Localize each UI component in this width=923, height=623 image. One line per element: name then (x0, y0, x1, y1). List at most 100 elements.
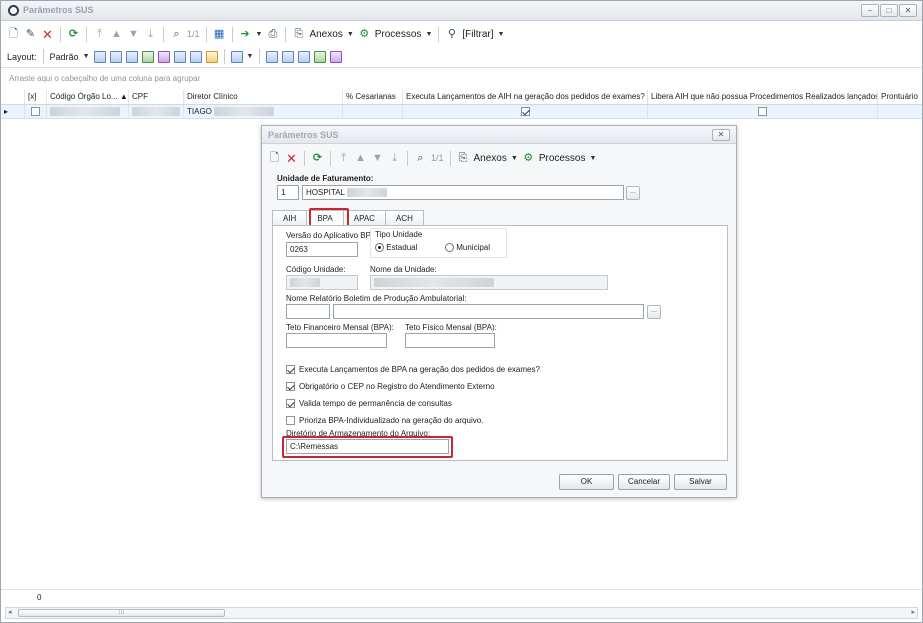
horizontal-scrollbar[interactable]: ◂ ⁝⁝⁝ ▸ (5, 607, 918, 619)
previous-record-icon[interactable]: ▲ (354, 152, 367, 165)
nome-relatorio-lookup-button[interactable]: ... (647, 305, 661, 319)
prioriza-bpa-checkbox[interactable] (286, 416, 295, 426)
next-record-icon[interactable]: ▼ (371, 152, 384, 165)
row-select-checkbox[interactable] (31, 107, 40, 117)
column-header-diretor[interactable]: Diretor Clínico (184, 90, 343, 104)
next-record-icon[interactable]: ▼ (127, 28, 140, 41)
delete-icon[interactable]: ✕ (41, 28, 54, 41)
view-pink-icon[interactable] (330, 50, 343, 63)
obrigatorio-cep-option[interactable]: Obrigatório o CEP no Registro do Atendim… (286, 382, 495, 392)
ok-button[interactable]: OK (559, 474, 614, 490)
edit-document-icon[interactable]: ✎ (24, 28, 37, 41)
chart-icon[interactable] (230, 50, 243, 63)
scroll-left-icon[interactable]: ◂ (8, 608, 12, 616)
last-record-icon[interactable]: ⤓ (144, 28, 157, 41)
refresh-icon[interactable]: ⟳ (311, 152, 324, 165)
chevron-down-icon[interactable]: ▼ (425, 31, 432, 38)
binoculars-icon[interactable]: ⌕ (170, 28, 183, 41)
nome-unidade-field[interactable] (370, 275, 608, 290)
executa-bpa-checkbox[interactable] (286, 365, 295, 375)
unidade-lookup-button[interactable]: ... (626, 186, 640, 200)
codigo-unidade-field[interactable] (286, 275, 358, 290)
group-by-hint[interactable]: Arraste aqui o cabeçalho de uma coluna p… (1, 71, 922, 88)
anexos-menu[interactable]: Anexos (309, 29, 342, 40)
executa-aih-cell[interactable] (403, 105, 648, 118)
view-green-icon[interactable] (314, 50, 327, 63)
filter-icon[interactable]: ⚲ (445, 28, 458, 41)
chevron-down-icon[interactable]: ▼ (347, 31, 354, 38)
view-list-icon[interactable] (282, 50, 295, 63)
column-header-codigo[interactable]: Código Órgão Lo... ▲ (47, 90, 129, 104)
gears-icon[interactable]: ⚙ (522, 152, 535, 165)
print-icon[interactable]: ⎙ (266, 28, 279, 41)
previous-record-icon[interactable]: ▲ (110, 28, 123, 41)
attachment-icon[interactable]: ⎘ (457, 152, 470, 165)
calendar-icon[interactable]: ▦ (213, 28, 226, 41)
attachment-icon[interactable]: ⎘ (292, 28, 305, 41)
report-icon[interactable] (173, 50, 186, 63)
delete-icon[interactable]: ✕ (285, 152, 298, 165)
column-header-prontuario[interactable]: Prontuário (878, 90, 922, 104)
grid-layout-icon[interactable] (93, 50, 106, 63)
tab-aih[interactable]: AIH (272, 210, 308, 226)
unidade-name-field[interactable]: HOSPITAL (302, 185, 624, 200)
cancel-button[interactable]: Cancelar (618, 474, 670, 490)
anexos-menu[interactable]: Anexos (474, 153, 507, 164)
libera-aih-checkbox[interactable] (758, 107, 767, 117)
unidade-code-field[interactable]: 1 (277, 185, 299, 200)
municipal-radio[interactable] (445, 243, 454, 253)
libera-aih-cell[interactable] (648, 105, 878, 118)
teto-financeiro-field[interactable] (286, 333, 387, 348)
teto-fisico-field[interactable] (405, 333, 495, 348)
columns-icon[interactable] (109, 50, 122, 63)
view-detail-icon[interactable] (298, 50, 311, 63)
new-document-icon[interactable]: 🗋 (268, 152, 281, 165)
scrollbar-thumb[interactable]: ⁝⁝⁝ (18, 609, 225, 617)
filter-menu[interactable]: [Filtrar] (462, 29, 493, 40)
estadual-option[interactable]: Estadual (375, 243, 417, 253)
chevron-down-icon[interactable]: ▼ (497, 31, 504, 38)
gears-icon[interactable]: ⚙ (358, 28, 371, 41)
chevron-down-icon[interactable]: ▼ (83, 53, 90, 60)
first-record-icon[interactable]: ⤒ (93, 28, 106, 41)
scroll-right-icon[interactable]: ▸ (911, 608, 915, 616)
obrigatorio-cep-checkbox[interactable] (286, 382, 295, 392)
executa-aih-checkbox[interactable] (520, 107, 530, 117)
first-record-icon[interactable]: ⤒ (337, 152, 350, 165)
chevron-down-icon[interactable]: ▼ (590, 155, 597, 162)
prioriza-bpa-option[interactable]: Prioriza BPA-Individualizado na geração … (286, 416, 483, 426)
chevron-down-icon[interactable]: ▼ (247, 53, 254, 60)
versao-field[interactable]: 0263 (286, 242, 358, 257)
table-icon[interactable] (125, 50, 138, 63)
refresh-icon[interactable]: ⟳ (67, 28, 80, 41)
minimize-button[interactable]: ‒ (861, 4, 879, 17)
tab-apac[interactable]: APAC (342, 210, 386, 226)
column-header-executa-aih[interactable]: Executa Lançamentos de AIH na geração do… (403, 90, 648, 104)
export-excel-icon[interactable] (141, 50, 154, 63)
nome-relatorio-code-field[interactable] (286, 304, 330, 319)
tab-ach[interactable]: ACH (384, 210, 424, 226)
executa-bpa-option[interactable]: Executa Lançamentos de BPA na geração do… (286, 365, 540, 375)
table-row[interactable]: ▸ TIAGO (1, 105, 922, 119)
column-header-cpf[interactable]: CPF (129, 90, 184, 104)
valida-tempo-checkbox[interactable] (286, 399, 295, 409)
layout-preset-dropdown[interactable]: Padrão (50, 52, 79, 62)
nome-relatorio-field[interactable] (333, 304, 644, 319)
row-select-cell[interactable] (25, 105, 47, 118)
maximize-button[interactable]: □ (880, 4, 898, 17)
municipal-option[interactable]: Municipal (445, 243, 490, 253)
dialog-close-button[interactable]: ✕ (712, 129, 730, 141)
save-button[interactable]: Salvar (674, 474, 727, 490)
estadual-radio[interactable] (375, 243, 384, 253)
column-header-libera-aih[interactable]: Libera AIH que não possua Procedimentos … (648, 90, 878, 104)
valida-tempo-option[interactable]: Valida tempo de permanência de consultas (286, 399, 452, 409)
export-image-icon[interactable] (157, 50, 170, 63)
folder-icon[interactable] (205, 50, 218, 63)
navigate-icon[interactable]: ➔ (239, 28, 252, 41)
new-document-icon[interactable]: 🗋 (7, 28, 20, 41)
last-record-icon[interactable]: ⤓ (388, 152, 401, 165)
chevron-down-icon[interactable]: ▼ (256, 31, 263, 38)
view-card-icon[interactable] (266, 50, 279, 63)
processos-menu[interactable]: Processos (539, 153, 586, 164)
chevron-down-icon[interactable]: ▼ (511, 155, 518, 162)
